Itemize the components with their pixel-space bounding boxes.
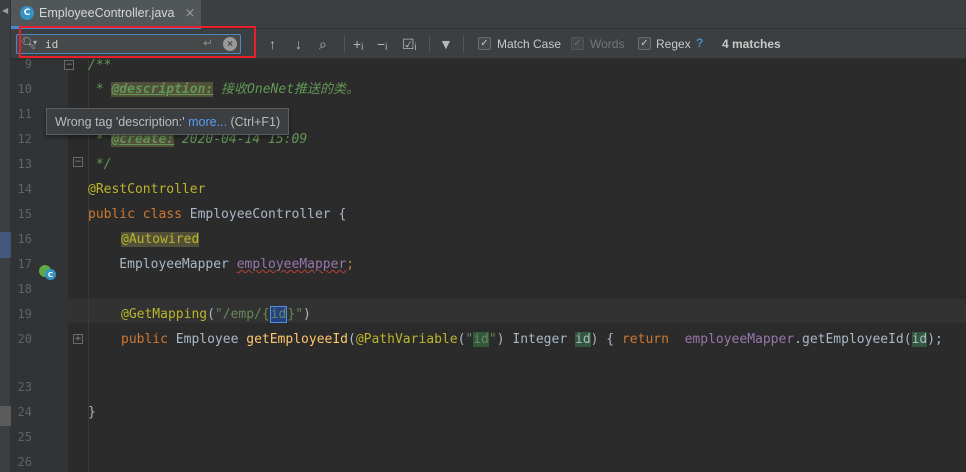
editor-tab-bar: C EmployeeController.java ×	[11, 0, 966, 29]
code-line-20: public Employee getEmployeeId(@PathVaria…	[121, 332, 943, 347]
stripe-marker	[0, 406, 11, 426]
close-tab-icon[interactable]: ×	[185, 6, 196, 21]
spring-bean-icon[interactable]: C	[39, 265, 57, 281]
regex-help-link[interactable]: ?	[696, 36, 703, 50]
find-all-icon[interactable]: ⌕	[319, 35, 327, 53]
line-number: 15	[17, 207, 32, 221]
filter-icon[interactable]: ▼	[439, 35, 453, 53]
line-number: 14	[17, 182, 32, 196]
find-bar: 🔍︎ ▾ ↵ × ↑ ↓ ⌕ +ᵢ −ᵢ ☑ᵢ ▼ ✓ Match Case ✓…	[11, 26, 966, 59]
left-tool-stripe: ◀	[0, 0, 11, 472]
match-case-label[interactable]: Match Case	[497, 37, 561, 51]
divider	[463, 36, 464, 52]
code-line-14: @RestController	[88, 182, 206, 197]
tab-filename: EmployeeController.java	[39, 6, 175, 20]
code-line-25: }	[88, 405, 96, 420]
search-match: id	[575, 332, 591, 347]
line-number: 12	[17, 132, 32, 146]
line-number: 9	[24, 57, 32, 71]
select-all-occurrences-icon[interactable]: ☑ᵢ	[402, 35, 417, 53]
search-match: id	[473, 332, 489, 347]
line-number: 23	[17, 380, 32, 394]
words-label[interactable]: Words	[590, 37, 624, 51]
line-number: 20	[17, 332, 32, 346]
line-number: 26	[17, 455, 32, 469]
line-number: 11	[17, 107, 32, 121]
code-line-19: @GetMapping("/emp/{id}")	[121, 306, 311, 323]
divider	[344, 36, 345, 52]
tab-employee-controller[interactable]: C EmployeeController.java ×	[11, 0, 201, 29]
match-count: 4 matches	[722, 37, 781, 51]
stripe-marker	[0, 232, 11, 258]
line-number: 19	[17, 307, 32, 321]
code-line-16: @Autowired	[121, 232, 200, 247]
code-line-13: */	[88, 157, 112, 172]
collapse-arrow-icon[interactable]: ◀	[2, 6, 8, 15]
line-number: 18	[17, 282, 32, 296]
code-line-17: EmployeeMapper employeeMapper;	[88, 257, 355, 272]
class-c-icon: C	[45, 269, 56, 280]
add-selection-icon[interactable]: +ᵢ	[353, 35, 363, 53]
inspection-tooltip: Wrong tag 'description:' more... (Ctrl+F…	[46, 108, 290, 135]
divider	[429, 36, 430, 52]
tooltip-more-link[interactable]: more...	[188, 115, 227, 129]
code-line-9: /**	[88, 58, 112, 73]
line-number: 24	[17, 405, 32, 419]
line-number: 17	[17, 257, 32, 271]
tooltip-shortcut: (Ctrl+F1)	[227, 114, 281, 129]
next-occurrence-icon[interactable]: ↓	[295, 35, 302, 53]
java-class-icon: C	[20, 6, 34, 20]
line-number: 13	[17, 157, 32, 171]
words-checkbox[interactable]: ✓	[571, 37, 584, 50]
code-line-10: * @description: 接收OneNet推送的类。	[88, 82, 360, 97]
match-case-checkbox[interactable]: ✓	[478, 37, 491, 50]
code-line-15: public class EmployeeController {	[88, 207, 347, 222]
previous-occurrence-icon[interactable]: ↑	[269, 35, 276, 53]
regex-label[interactable]: Regex	[656, 37, 691, 51]
line-number: 10	[17, 82, 32, 96]
search-match: id	[911, 332, 928, 347]
line-number: 25	[17, 430, 32, 444]
unselect-occurrence-icon[interactable]: −ᵢ	[377, 35, 387, 53]
line-number: 16	[17, 232, 32, 246]
tooltip-text: Wrong tag 'description:'	[55, 114, 189, 129]
regex-checkbox[interactable]: ✓	[638, 37, 651, 50]
current-match: id	[269, 306, 288, 323]
search-highlight-box	[19, 26, 256, 58]
